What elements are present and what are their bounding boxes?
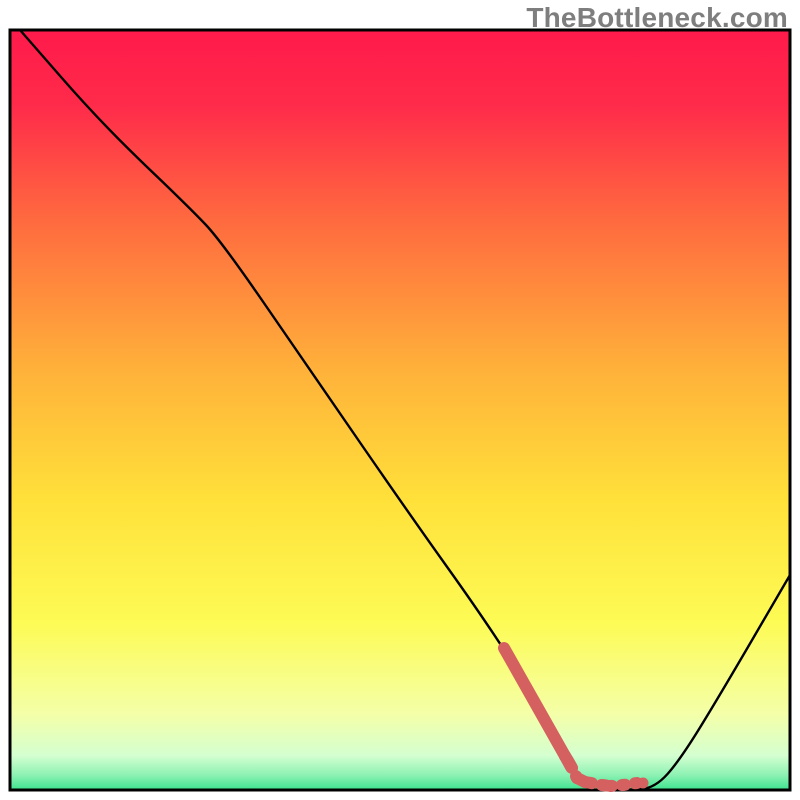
- plot-background: [10, 30, 790, 790]
- chart-container: TheBottleneck.com: [0, 0, 800, 800]
- watermark-text: TheBottleneck.com: [526, 2, 788, 34]
- highlight-terminal-dot: [638, 778, 649, 789]
- highlight-trough-dash: [623, 783, 637, 785]
- bottleneck-chart: [0, 0, 800, 800]
